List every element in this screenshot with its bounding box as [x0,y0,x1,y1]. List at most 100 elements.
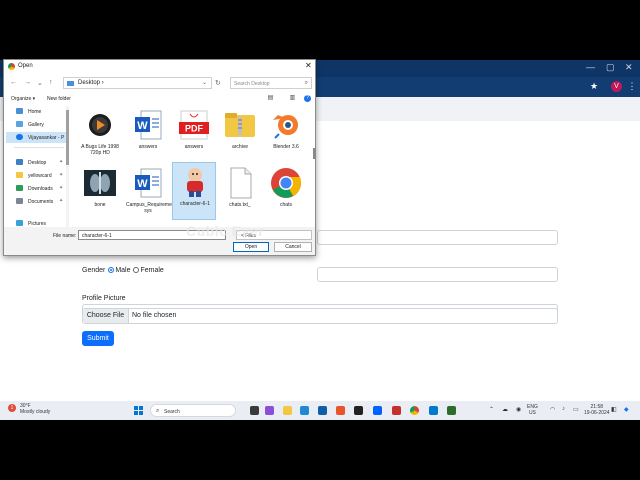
battery-icon[interactable]: ▭ [573,406,579,413]
desktop-screen: — ▢ ✕ ★ V ⋮ ▣ Gender Male Female Profile… [0,0,640,480]
chrome-icon [271,168,302,198]
text-field-2[interactable] [317,267,558,282]
pycharm-icon[interactable] [447,406,456,415]
refresh-icon[interactable]: ↻ [215,79,221,87]
text-field-1[interactable] [317,230,558,245]
organize-button[interactable]: Organize ▾ [11,96,35,102]
edge-icon[interactable] [300,406,309,415]
wifi-icon[interactable]: ◠ [550,406,555,413]
cancel-button[interactable]: Cancel [274,242,312,252]
file-item[interactable]: chats [264,164,308,222]
filename-label: File name: [53,233,77,239]
store-icon[interactable] [318,406,327,415]
pin-icon: ✦ [59,159,64,165]
pin-icon: ✦ [59,185,64,191]
nav-item-pictures[interactable]: Pictures [6,218,66,227]
open-button[interactable]: Open [233,242,269,252]
file-item[interactable]: Blender 3.6 [264,106,308,164]
file-grid: A Bugs Life 1998 720p HD W answers PDF a… [72,106,312,227]
bookmark-star-icon[interactable]: ★ [588,80,600,92]
preview-pane-icon[interactable]: ▥ [289,95,296,102]
nav-item-onedrive[interactable]: Vijayasankar - P [6,132,66,143]
clock[interactable]: 21:58 19-06-2024 [584,404,610,416]
cartoon-image-icon [187,168,203,197]
search-desktop-input[interactable]: Search Desktop ⌕ [230,77,312,89]
file-item[interactable]: W Campus_Requirement_Management sys [126,164,208,222]
nav-item-gallery[interactable]: Gallery [6,119,66,130]
file-explorer-icon[interactable] [283,406,292,415]
nav-scrollbar[interactable] [66,106,69,227]
task-view-icon[interactable] [250,406,259,415]
windows-start-icon[interactable] [134,406,143,415]
female-label: Female [140,267,164,274]
folder-icon [67,81,74,86]
file-item[interactable]: archive [218,106,262,164]
nav-item-downloads[interactable]: Downloads ✦ [6,183,66,194]
close-window-icon[interactable]: ✕ [625,62,633,73]
notification-icon[interactable]: ◧ [611,406,617,413]
nav-item-home[interactable]: Home [6,106,66,117]
teams-icon[interactable] [265,406,274,415]
tray-chevron-icon[interactable]: ⌃ [489,406,494,413]
nav-item-yellowcard[interactable]: yellowcard ✦ [6,170,66,181]
nav-item-documents[interactable]: Documents ✦ [6,196,66,207]
chrome-taskbar-icon[interactable] [410,406,419,415]
file-item[interactable]: PDF answers [172,106,216,164]
firefox-icon[interactable] [336,406,345,415]
file-item[interactable]: A Bugs Life 1998 720p HD [78,106,122,164]
up-arrow-icon[interactable]: ↑ [49,79,53,86]
new-folder-button[interactable]: New folder [47,96,71,102]
female-radio[interactable] [133,267,140,273]
vscode-icon[interactable] [429,406,438,415]
taskbar-search[interactable]: ⌕ Search [150,404,236,417]
male-radio[interactable] [108,267,115,273]
no-file-text: No file chosen [132,312,177,319]
tray-app-icon[interactable]: ◉ [516,406,521,413]
address-bar[interactable]: Desktop › ⌄ [63,77,212,89]
filename-value: character-6-1 [82,233,112,239]
gender-label: Gender [82,267,106,274]
address-dropdown-icon[interactable]: ⌄ [202,79,207,86]
volume-icon[interactable]: ♪ [562,406,565,412]
filename-input[interactable]: character-6-1 [78,230,226,240]
filetype-select[interactable]: < Files [236,230,312,240]
filetype-value: < Files [241,233,256,239]
file-item-selected[interactable]: character-6-1 [172,162,216,220]
submit-button[interactable]: Submit [82,331,114,346]
back-arrow-icon[interactable]: ← [10,79,17,86]
video-icon [89,114,111,136]
copilot-icon[interactable]: ◆ [624,406,629,413]
file-item[interactable]: chats.txt_ [218,164,262,222]
choose-file-button[interactable]: Choose File [83,309,129,323]
nav-item-desktop[interactable]: Desktop ✦ [6,157,66,168]
download-icon [16,185,23,191]
help-icon[interactable]: ? [304,95,311,102]
dialog-titlebar: Open ✕ [4,60,315,73]
file-input[interactable]: Choose File No file chosen [82,308,558,324]
forward-arrow-icon[interactable]: → [24,79,31,86]
search-placeholder: Search Desktop [234,81,270,87]
menu-dots-icon[interactable]: ⋮ [626,80,638,92]
folder-zip-icon [225,113,255,137]
tray-cloud-icon[interactable]: ☁ [502,406,508,413]
svg-text:W: W [137,120,148,132]
filename-row: File name: character-6-1 < Files Open Ca… [4,227,315,255]
navigation-pane: Home Gallery Vijayasankar - P Desktop ✦ … [6,106,66,227]
amazon-icon[interactable] [354,406,363,415]
minimize-icon[interactable]: — [586,62,595,72]
onedrive-icon [16,134,23,140]
recent-dropdown-icon[interactable]: ⌄ [37,79,43,87]
files-scroll-thumb[interactable] [313,148,316,159]
nav-scroll-thumb[interactable] [66,110,69,165]
maximize-icon[interactable]: ▢ [606,62,615,73]
file-item[interactable]: bone [78,164,122,222]
input-language[interactable]: ENG US [527,404,538,416]
home-icon [16,108,23,114]
view-options-icon[interactable]: ▤ [267,95,274,102]
dialog-close-icon[interactable]: ✕ [305,61,312,70]
file-item[interactable]: W answers [126,106,170,164]
dropbox-icon[interactable] [373,406,382,415]
app-icon[interactable] [392,406,401,415]
profile-avatar[interactable]: V [611,81,622,92]
pin-icon: ✦ [59,172,64,178]
